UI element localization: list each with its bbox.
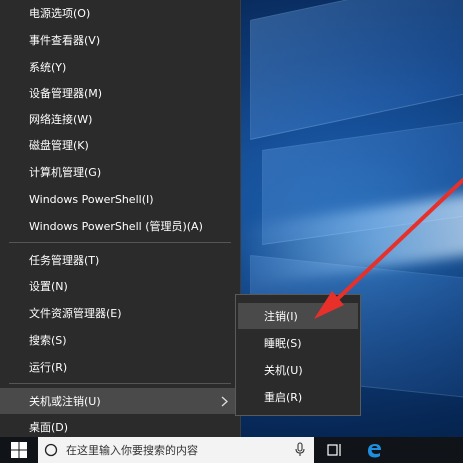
- chevron-right-icon: [218, 395, 230, 407]
- menu-item-task-manager[interactable]: 任务管理器(T): [0, 247, 240, 273]
- menu-item-device-manager[interactable]: 设备管理器(M): [0, 80, 240, 106]
- menu-item-label: 桌面(D): [29, 421, 69, 434]
- task-view-icon[interactable]: [322, 437, 348, 463]
- menu-item-label: 系统(Y): [29, 61, 67, 74]
- submenu-item-sign-out[interactable]: 注销(I): [238, 303, 358, 329]
- menu-divider: [9, 242, 231, 243]
- menu-item-label: 关机或注销(U): [29, 395, 101, 408]
- menu-item-label: 设备管理器(M): [29, 87, 103, 100]
- menu-item-label: 磁盘管理(K): [29, 139, 89, 152]
- menu-item-label: 设置(N): [29, 280, 68, 293]
- menu-item-label: 文件资源管理器(E): [29, 307, 122, 320]
- menu-item-event-viewer[interactable]: 事件查看器(V): [0, 27, 240, 53]
- menu-item-label: 计算机管理(G): [29, 166, 102, 179]
- power-user-menu: 电源选项(O) 事件查看器(V) 系统(Y) 设备管理器(M) 网络连接(W) …: [0, 0, 241, 440]
- menu-item-powershell-admin[interactable]: Windows PowerShell (管理员)(A): [0, 213, 240, 239]
- menu-item-label: 运行(R): [29, 361, 68, 374]
- search-placeholder: 在这里输入你要搜索的内容: [66, 444, 198, 457]
- start-button[interactable]: [0, 437, 38, 463]
- menu-divider: [9, 383, 231, 384]
- edge-browser-icon[interactable]: [361, 437, 387, 463]
- menu-item-settings[interactable]: 设置(N): [0, 273, 240, 299]
- submenu-item-label: 睡眠(S): [264, 337, 302, 350]
- menu-item-file-explorer[interactable]: 文件资源管理器(E): [0, 300, 240, 326]
- wallpaper-light-panel: [250, 0, 463, 141]
- menu-item-label: 网络连接(W): [29, 113, 93, 126]
- submenu-item-restart[interactable]: 重启(R): [238, 384, 358, 410]
- menu-item-label: Windows PowerShell(I): [29, 192, 154, 206]
- menu-item-powershell[interactable]: Windows PowerShell(I): [0, 186, 240, 212]
- menu-item-network-connections[interactable]: 网络连接(W): [0, 106, 240, 132]
- menu-item-system[interactable]: 系统(Y): [0, 54, 240, 80]
- menu-item-label: 电源选项(O): [29, 7, 91, 20]
- taskbar: 在这里输入你要搜索的内容: [0, 437, 463, 463]
- menu-item-computer-management[interactable]: 计算机管理(G): [0, 159, 240, 185]
- taskbar-search-box[interactable]: 在这里输入你要搜索的内容: [38, 437, 314, 463]
- menu-item-disk-management[interactable]: 磁盘管理(K): [0, 132, 240, 158]
- menu-item-label: 任务管理器(T): [29, 254, 100, 267]
- menu-item-label: Windows PowerShell (管理员)(A): [29, 220, 203, 233]
- submenu-item-label: 关机(U): [264, 364, 303, 377]
- menu-item-power-options[interactable]: 电源选项(O): [0, 0, 240, 26]
- submenu-item-shut-down[interactable]: 关机(U): [238, 357, 358, 383]
- menu-item-label: 事件查看器(V): [29, 34, 101, 47]
- menu-item-shutdown-or-signout[interactable]: 关机或注销(U): [0, 388, 240, 414]
- submenu-item-sleep[interactable]: 睡眠(S): [238, 330, 358, 356]
- submenu-item-label: 重启(R): [264, 391, 303, 404]
- search-icon: [38, 437, 64, 463]
- shutdown-submenu: 注销(I) 睡眠(S) 关机(U) 重启(R): [235, 294, 361, 416]
- menu-item-search[interactable]: 搜索(S): [0, 327, 240, 353]
- submenu-item-label: 注销(I): [264, 310, 298, 323]
- windows-start-icon: [11, 442, 27, 458]
- microphone-icon[interactable]: [294, 442, 306, 458]
- menu-item-label: 搜索(S): [29, 334, 67, 347]
- menu-item-run[interactable]: 运行(R): [0, 354, 240, 380]
